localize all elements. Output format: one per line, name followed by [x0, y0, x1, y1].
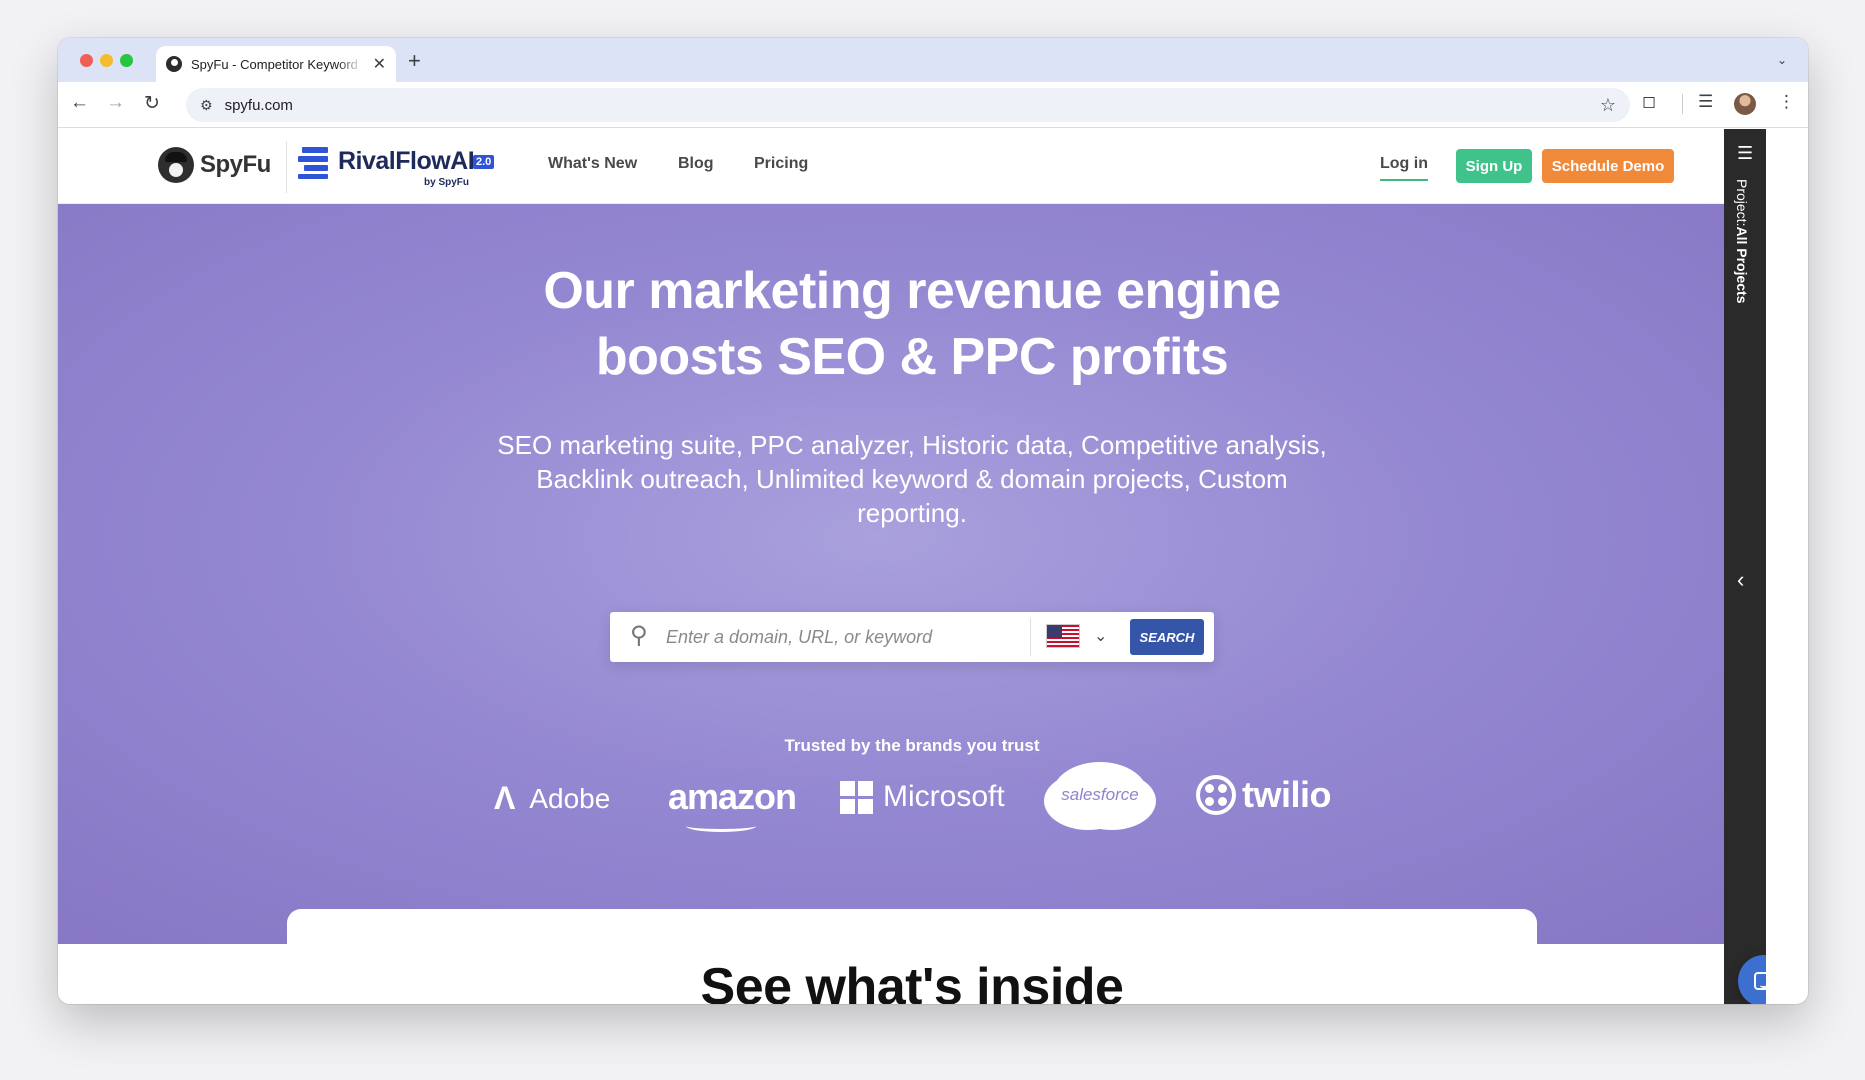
address-bar[interactable]: ⚙ spyfu.com ☆ — [186, 88, 1630, 122]
salesforce-logo-text: salesforce — [1061, 785, 1139, 804]
close-tab-icon[interactable]: ✕ — [373, 54, 386, 74]
search-icon: ⚲ — [630, 622, 648, 649]
sign-up-button[interactable]: Sign Up — [1456, 149, 1532, 183]
nav-blog[interactable]: Blog — [678, 155, 714, 173]
media-controls-icon[interactable]: ☰ — [1698, 92, 1713, 112]
projects-side-panel: ☰ Project:All Projects ‹ — [1724, 129, 1766, 1004]
bookmark-star-icon[interactable]: ☆ — [1600, 95, 1616, 116]
forward-arrow-icon[interactable]: → — [106, 92, 125, 114]
zoom-window-button[interactable] — [120, 54, 133, 67]
tab-title: SpyFu - Competitor Keyword Research Tool… — [191, 56, 363, 72]
microsoft-grid-icon — [840, 780, 873, 814]
spyfu-logo[interactable]: SpyFu — [158, 147, 271, 183]
page-viewport: SpyFu RivalFlowAI 2.0 by SpyFu What's Ne… — [58, 129, 1766, 1004]
project-label-value: All Projects — [1734, 226, 1750, 304]
spyfu-spy-icon — [158, 147, 194, 183]
amazon-logo-text: amazon — [668, 776, 797, 817]
hero-title-line-2: boosts SEO & PPC profits — [595, 328, 1229, 386]
tab-strip: SpyFu - Competitor Keyword Research Tool… — [58, 38, 1808, 82]
chevron-down-icon: ⌄ — [1094, 628, 1108, 645]
hero-title: Our marketing revenue engine boosts SEO … — [58, 258, 1766, 390]
spyfu-favicon-icon — [166, 56, 182, 72]
search-button[interactable]: SEARCH — [1130, 619, 1204, 655]
spyfu-logo-text: SpyFu — [200, 151, 271, 178]
see-whats-inside-card: See what's inside — [287, 909, 1537, 1004]
salesforce-logo: salesforce — [1052, 762, 1148, 828]
login-link[interactable]: Log in — [1380, 155, 1428, 181]
rivalflow-logo-text: RivalFlowAI — [338, 147, 475, 175]
rivalflow-by-spyfu: by SpyFu — [424, 177, 470, 188]
site-settings-icon[interactable]: ⚙ — [200, 97, 213, 114]
nav-pricing[interactable]: Pricing — [754, 155, 808, 173]
rivalflow-version-badge: 2.0 — [473, 155, 495, 169]
adobe-logo: Λ Adobe — [494, 780, 610, 817]
adobe-icon: Λ — [494, 780, 516, 816]
hamburger-menu-icon[interactable]: ☰ — [1737, 143, 1753, 164]
amazon-smile-icon — [686, 820, 756, 832]
chat-icon — [1754, 972, 1766, 990]
twilio-icon — [1196, 775, 1236, 815]
tab-search-chevron-icon[interactable]: ⌄ — [1770, 48, 1794, 72]
nav-whats-new[interactable]: What's New — [548, 155, 637, 173]
logo-divider — [286, 141, 287, 193]
tab-spyfu[interactable]: SpyFu - Competitor Keyword Research Tool… — [156, 46, 396, 82]
reload-icon[interactable]: ↻ — [144, 92, 160, 115]
adobe-logo-text: Adobe — [529, 782, 611, 814]
microsoft-logo: Microsoft — [840, 780, 1005, 814]
profile-avatar[interactable] — [1734, 93, 1756, 115]
twilio-logo: twilio — [1196, 774, 1332, 816]
site-header: SpyFu RivalFlowAI 2.0 by SpyFu What's Ne… — [58, 129, 1766, 204]
schedule-demo-button[interactable]: Schedule Demo — [1542, 149, 1674, 183]
us-flag-icon — [1046, 624, 1080, 648]
hero-section: Our marketing revenue engine boosts SEO … — [58, 204, 1766, 944]
minimize-window-button[interactable] — [100, 54, 113, 67]
microsoft-logo-text: Microsoft — [883, 780, 1005, 813]
toolbar-divider — [1682, 94, 1683, 114]
close-window-button[interactable] — [80, 54, 93, 67]
project-selector[interactable]: Project:All Projects — [1734, 179, 1750, 304]
twilio-logo-text: twilio — [1242, 774, 1332, 815]
extensions-icon[interactable]: ◻ — [1642, 92, 1656, 112]
hero-title-line-1: Our marketing revenue engine — [543, 262, 1281, 320]
see-whats-inside-title: See what's inside — [700, 958, 1124, 1004]
amazon-logo: amazon — [668, 776, 797, 832]
browser-toolbar: ← → ↻ ⚙ spyfu.com ☆ ◻ ☰ ⋮ — [58, 82, 1808, 128]
chevron-left-icon[interactable]: ‹ — [1737, 567, 1744, 593]
project-label-prefix: Project: — [1734, 179, 1750, 227]
country-selector[interactable]: ⌄ — [1046, 624, 1107, 648]
search-divider — [1030, 618, 1031, 656]
hero-subtitle: SEO marketing suite, PPC analyzer, Histo… — [497, 430, 1327, 528]
new-tab-button[interactable]: + — [408, 48, 421, 74]
browser-menu-icon[interactable]: ⋮ — [1778, 92, 1795, 112]
browser-window: SpyFu - Competitor Keyword Research Tool… — [58, 38, 1808, 1004]
search-input[interactable] — [666, 620, 1016, 654]
rivalflow-bars-icon — [298, 147, 332, 179]
trusted-brands-heading: Trusted by the brands you trust — [784, 736, 1040, 755]
back-arrow-icon[interactable]: ← — [70, 92, 89, 114]
url-text[interactable]: spyfu.com — [225, 97, 293, 114]
brand-logos: Λ Adobe amazon Microsoft salesforce twil… — [58, 762, 1766, 832]
domain-search-bar: ⚲ ⌄ SEARCH — [610, 612, 1214, 662]
